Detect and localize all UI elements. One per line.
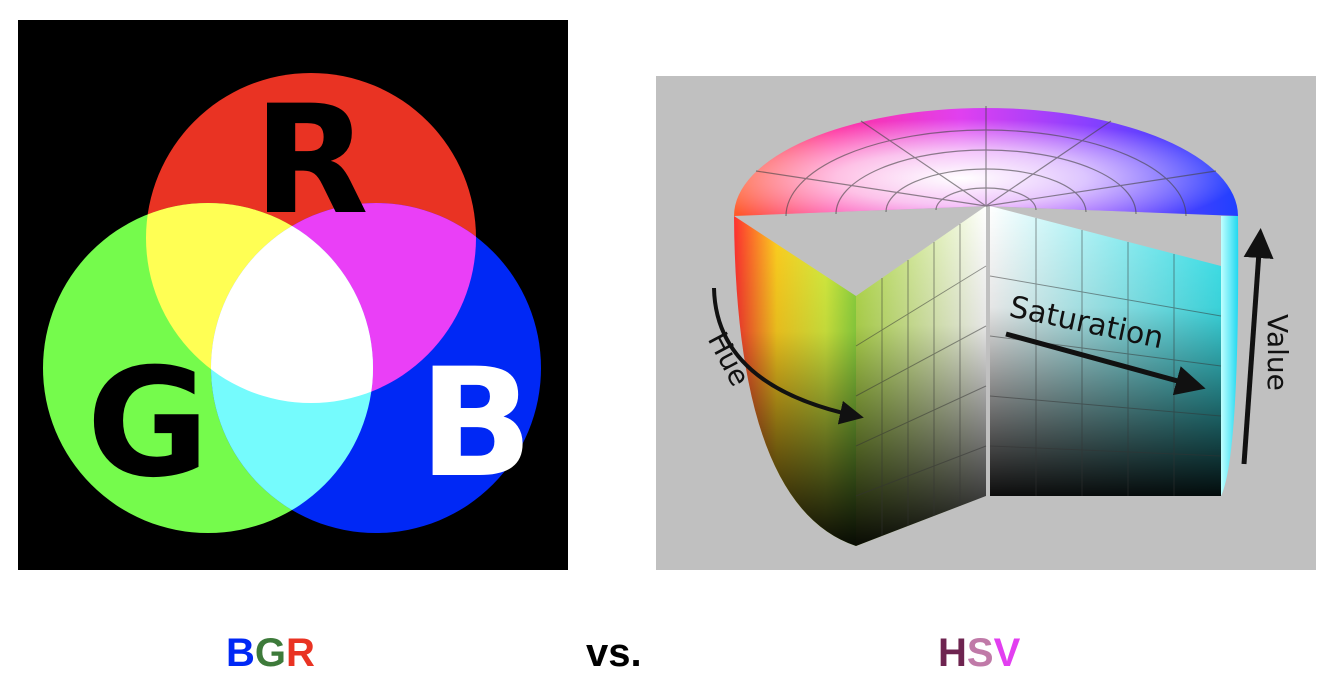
caption-bgr: BGR xyxy=(226,628,315,678)
rgb-diagram: R G B xyxy=(18,20,568,570)
value-label: Value xyxy=(1261,314,1294,391)
value-arrow xyxy=(1241,228,1274,465)
label-g: G xyxy=(86,337,209,511)
cut-face-left-shade xyxy=(856,206,986,546)
hsv-letter-v: V xyxy=(993,631,1021,675)
bgr-letter-b: B xyxy=(226,631,255,675)
hsv-letter-h: H xyxy=(938,631,967,675)
bgr-letter-g: G xyxy=(254,631,287,675)
caption-hsv: HSV xyxy=(938,628,1020,678)
right-side-surface xyxy=(1221,216,1239,496)
bgr-letter-r: R xyxy=(286,631,315,675)
rgb-venn-svg: R G B xyxy=(18,20,568,570)
hsv-diagram: Hue Saturation Value xyxy=(656,76,1316,570)
caption-vs: vs. xyxy=(586,631,642,675)
hsv-letter-s: S xyxy=(966,631,994,675)
hsv-cylinder-svg: Hue Saturation Value xyxy=(701,106,1294,546)
label-b: B xyxy=(419,337,533,511)
hue-side-shade xyxy=(734,216,856,546)
label-r: R xyxy=(253,74,369,248)
